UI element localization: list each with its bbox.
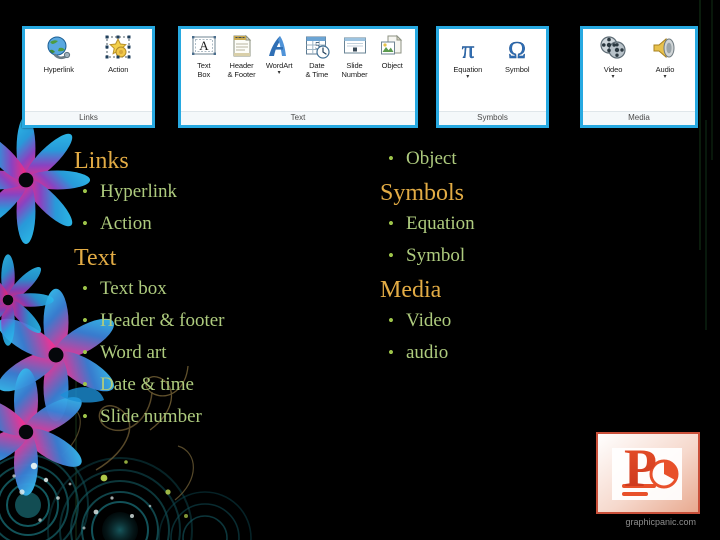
list-item-label: Header & footer [100,310,225,331]
text-box-icon: A [191,34,217,60]
chevron-down-icon[interactable]: ▾ [611,74,614,80]
ribbon-button-text-box[interactable]: A Text Box [185,34,223,79]
ribbon-button-action[interactable]: Action [89,34,149,75]
list-item-label: Object [406,148,457,169]
bullet-icon: • [82,343,88,362]
section-heading-media: Media [380,277,442,303]
content-column-left: Links • Hyperlink • Action Text • Text b… [74,146,364,436]
list-item: • Video [380,308,680,334]
ribbon-button-label: Action [108,65,129,74]
chevron-down-icon[interactable]: ▾ [663,74,666,80]
bullet-icon: • [388,214,394,233]
action-star-icon [103,34,133,64]
ribbon-group-footer: Links [25,111,152,125]
wordart-icon [266,34,292,60]
ribbon-button-label: Slide Number [341,61,368,79]
ribbon-button-label: Hyperlink [43,65,74,74]
ribbon-group-footer: Text [181,111,415,125]
section-heading-symbols: Symbols [380,180,465,206]
header-footer-icon [229,34,255,60]
list-item: • Header & footer [74,308,364,334]
list-item: • Hyperlink [74,179,364,205]
list-item-label: Text box [100,278,167,299]
ribbon-button-label: Symbol [505,65,530,74]
ribbon-group-footer: Symbols [439,111,546,125]
date-time-icon: 5 [304,34,330,60]
list-item: • Text box [74,276,364,302]
bullet-icon: • [82,214,88,233]
ribbon-button-wordart[interactable]: WordArt ▾ [260,34,298,76]
ribbon-group-footer: Media [583,111,695,125]
list-item-label: Equation [406,213,475,234]
audio-speaker-icon [650,34,680,64]
list-item: • Action [74,211,364,237]
ribbon-button-slide-number[interactable]: Slide Number [336,34,374,79]
ribbon-button-object[interactable]: Object [373,34,411,71]
list-item-label: Word art [100,342,167,363]
list-item-label: Video [406,310,452,331]
bullet-icon: • [82,407,88,426]
list-item: • Date & time [74,372,364,398]
ribbon-button-header-footer[interactable]: Header & Footer [223,34,261,79]
svg-text:π: π [461,37,474,64]
slide-number-icon [342,34,368,60]
chevron-down-icon[interactable]: ▾ [466,74,469,80]
globe-link-icon [44,34,74,64]
list-item: • Object [380,146,680,172]
powerpoint-logo-graphic: P [598,434,698,512]
omega-symbol-icon: Ω [502,34,532,64]
powerpoint-logo-letter: P [624,438,657,498]
list-item: • Slide number [74,404,364,430]
svg-text:A: A [199,38,209,53]
pi-equation-icon: π [453,34,483,64]
bullet-icon: • [82,279,88,298]
list-item: • Word art [74,340,364,366]
bullet-icon: • [82,311,88,330]
chevron-down-icon[interactable]: ▾ [278,70,281,76]
bullet-icon: • [388,246,394,265]
section-heading-text: Text [74,245,117,271]
bullet-icon: • [82,375,88,394]
list-item-label: Action [100,213,152,234]
ribbon-button-equation[interactable]: π Equation ▾ [443,34,493,80]
list-item-label: Date & time [100,374,194,395]
ribbon-group-symbols[interactable]: π Equation ▾ Ω Symbol Symbols [436,26,549,128]
list-item-label: Hyperlink [100,181,178,202]
ribbon-button-date-time[interactable]: 5 Date & Time [298,34,336,79]
ribbon-button-label: Date & Time [305,61,329,79]
bullet-icon: • [82,182,88,201]
ribbon-button-audio[interactable]: Audio ▾ [639,34,691,80]
ribbon-button-label: Header & Footer [227,61,256,79]
list-item: • audio [380,340,680,366]
ribbon-group-text[interactable]: A Text Box Header & Footer WordArt ▾ 5 D… [178,26,418,128]
ribbon-button-symbol[interactable]: Ω Symbol [493,34,543,75]
ribbon-button-hyperlink[interactable]: Hyperlink [29,34,89,75]
bullet-icon: • [388,311,394,330]
svg-text:Ω: Ω [508,38,526,64]
powerpoint-logo: P [596,432,700,514]
bullet-icon: • [388,149,394,168]
list-item-label: Symbol [406,245,466,266]
bullet-icon: • [388,343,394,362]
content-column-right: • Object Symbols • Equation • Symbol Med… [380,146,680,372]
video-film-icon [598,34,628,64]
slide-canvas: Hyperlink Action Links A Text Box Header… [0,0,720,540]
ribbon-button-label: Text Box [197,61,211,79]
list-item-label: audio [406,342,449,363]
ribbon-button-video[interactable]: Video ▾ [587,34,639,80]
watermark-text: graphicpanic.com [625,517,696,527]
list-item-label: Slide number [100,406,202,427]
section-heading-links: Links [74,148,129,174]
list-item: • Equation [380,211,680,237]
list-item: • Symbol [380,243,680,269]
ribbon-group-media[interactable]: Video ▾ Audio ▾ Media [580,26,698,128]
ribbon-group-links[interactable]: Hyperlink Action Links [22,26,155,128]
ribbon-button-label: Object [381,61,403,70]
ribbon-screenshot-row: Hyperlink Action Links A Text Box Header… [0,26,720,134]
object-icon [379,34,405,60]
